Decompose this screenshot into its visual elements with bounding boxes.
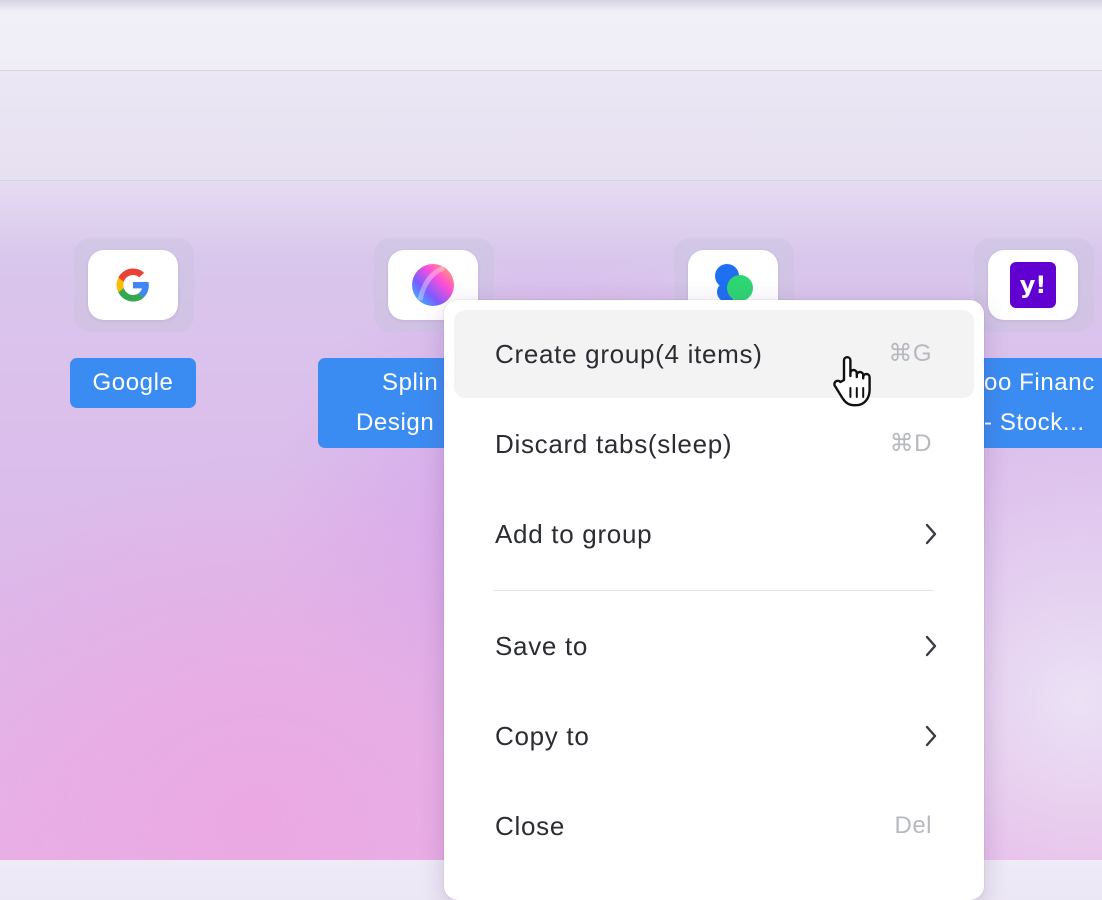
spline-label-line1: Splin [382,369,439,396]
menu-item-label: Close [495,811,565,841]
menu-item-label: Add to group [495,519,653,549]
chevron-right-icon [925,635,937,657]
menu-item-create-group[interactable]: Create group(4 items) ⌘G [454,310,974,398]
chevron-right-icon [925,523,937,545]
menu-divider [494,590,934,591]
google-logo-icon [116,268,149,302]
context-menu: Create group(4 items) ⌘G Discard tabs(sl… [444,300,984,900]
menu-item-label: Discard tabs(sleep) [495,429,733,459]
yahoo-icon-box[interactable]: y! [988,250,1078,320]
yahoo-label[interactable]: oo Financ - Stock... [980,358,1102,448]
menu-item-label: Create group(4 items) [495,339,763,369]
google-icon-box[interactable] [88,250,178,320]
yahoo-logo-text: y! [1019,271,1047,299]
menu-item-add-to-group[interactable]: Add to group [454,490,974,578]
menu-item-discard-tabs[interactable]: Discard tabs(sleep) ⌘D [454,400,974,488]
menu-item-shortcut: Del [894,812,932,839]
menu-item-close[interactable]: Close Del [454,782,974,870]
hand-pointer-cursor-icon [833,356,871,407]
top-band [0,71,1102,181]
google-label-text: Google [92,369,174,396]
menu-item-label: Save to [495,631,589,661]
menu-item-label: Copy to [495,721,590,751]
spline-label[interactable]: Splin Design [318,358,444,448]
spline-label-line2: Design [356,409,435,436]
google-label[interactable]: Google [70,358,196,408]
browser-toolbar [0,0,1102,71]
chevron-right-icon [925,725,937,747]
toolbar-shadow [0,0,1102,10]
menu-item-copy-to[interactable]: Copy to [454,692,974,780]
menu-item-shortcut: ⌘D [889,430,932,457]
menu-item-shortcut: ⌘G [888,340,932,367]
menu-item-save-to[interactable]: Save to [454,602,974,690]
yahoo-label-line1: oo Financ [984,369,1095,396]
yahoo-logo-icon: y! [1010,262,1056,308]
yahoo-label-line2: - Stock... [984,409,1085,436]
spline-logo-icon [412,264,454,306]
